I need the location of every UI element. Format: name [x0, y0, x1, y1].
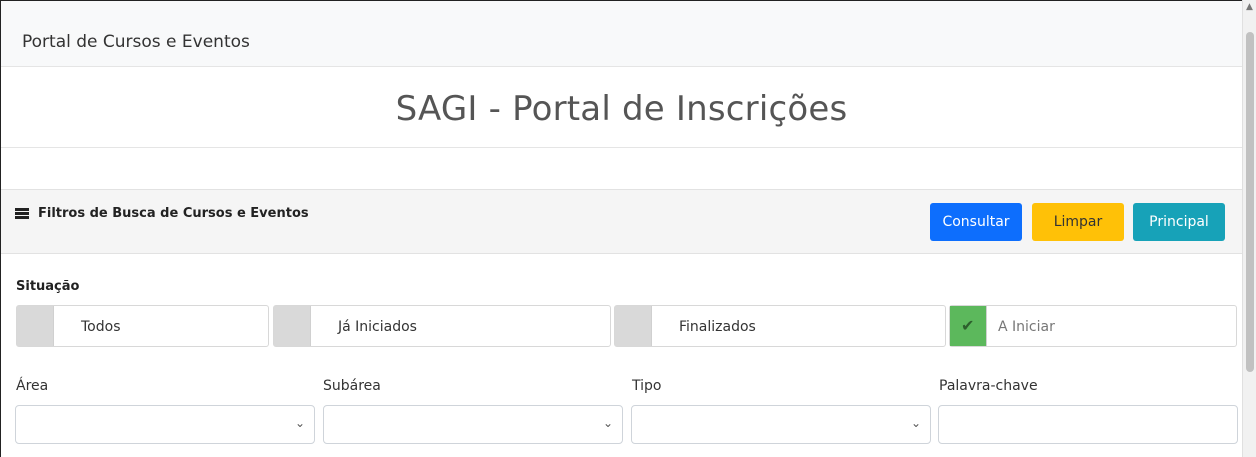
scroll-up-arrow-icon[interactable]: ▲ — [1246, 2, 1253, 12]
filters-card-header: Filtros de Busca de Cursos e Eventos Con… — [1, 189, 1242, 254]
checkbox[interactable] — [17, 306, 54, 346]
principal-button[interactable]: Principal — [1133, 203, 1225, 241]
chevron-down-icon: ⌄ — [910, 416, 921, 430]
checkbox[interactable] — [274, 306, 311, 346]
consultar-button[interactable]: Consultar — [930, 203, 1022, 241]
scrollbar-thumb[interactable] — [1246, 32, 1254, 372]
option-label: A Iniciar — [998, 319, 1055, 335]
tipo-label: Tipo — [632, 378, 662, 394]
situacao-label: Situação — [16, 279, 80, 294]
option-label: Finalizados — [679, 319, 756, 335]
area-select[interactable]: ⌄ — [15, 405, 315, 444]
palavra-chave-input[interactable] — [938, 405, 1238, 444]
situacao-option-finalizados[interactable]: Finalizados — [614, 305, 946, 347]
subarea-select[interactable]: ⌄ — [323, 405, 623, 444]
option-label: Já Iniciados — [338, 319, 417, 335]
vertical-scrollbar[interactable]: ▲ — [1242, 0, 1256, 457]
checkbox-checked[interactable]: ✔ — [950, 306, 987, 346]
situacao-option-todos[interactable]: Todos — [16, 305, 269, 347]
checkmark-icon: ✔ — [961, 316, 975, 335]
checkbox[interactable] — [615, 306, 652, 346]
filters-title: Filtros de Busca de Cursos e Eventos — [38, 206, 309, 221]
list-icon — [15, 208, 29, 220]
situacao-option-ja-iniciados[interactable]: Já Iniciados — [273, 305, 611, 347]
navbar: Portal de Cursos e Eventos — [1, 1, 1242, 67]
limpar-button[interactable]: Limpar — [1032, 203, 1124, 241]
palavra-chave-label: Palavra-chave — [939, 378, 1038, 394]
area-label: Área — [16, 378, 49, 394]
navbar-brand[interactable]: Portal de Cursos e Eventos — [22, 32, 250, 52]
option-label: Todos — [81, 319, 121, 335]
situacao-option-a-iniciar[interactable]: ✔ A Iniciar — [949, 305, 1237, 347]
page-header: SAGI - Portal de Inscrições — [1, 67, 1242, 148]
chevron-down-icon: ⌄ — [602, 416, 613, 430]
chevron-down-icon: ⌄ — [294, 416, 305, 430]
subarea-label: Subárea — [323, 378, 381, 394]
page-title: SAGI - Portal de Inscrições — [395, 89, 848, 129]
tipo-select[interactable]: ⌄ — [631, 405, 931, 444]
